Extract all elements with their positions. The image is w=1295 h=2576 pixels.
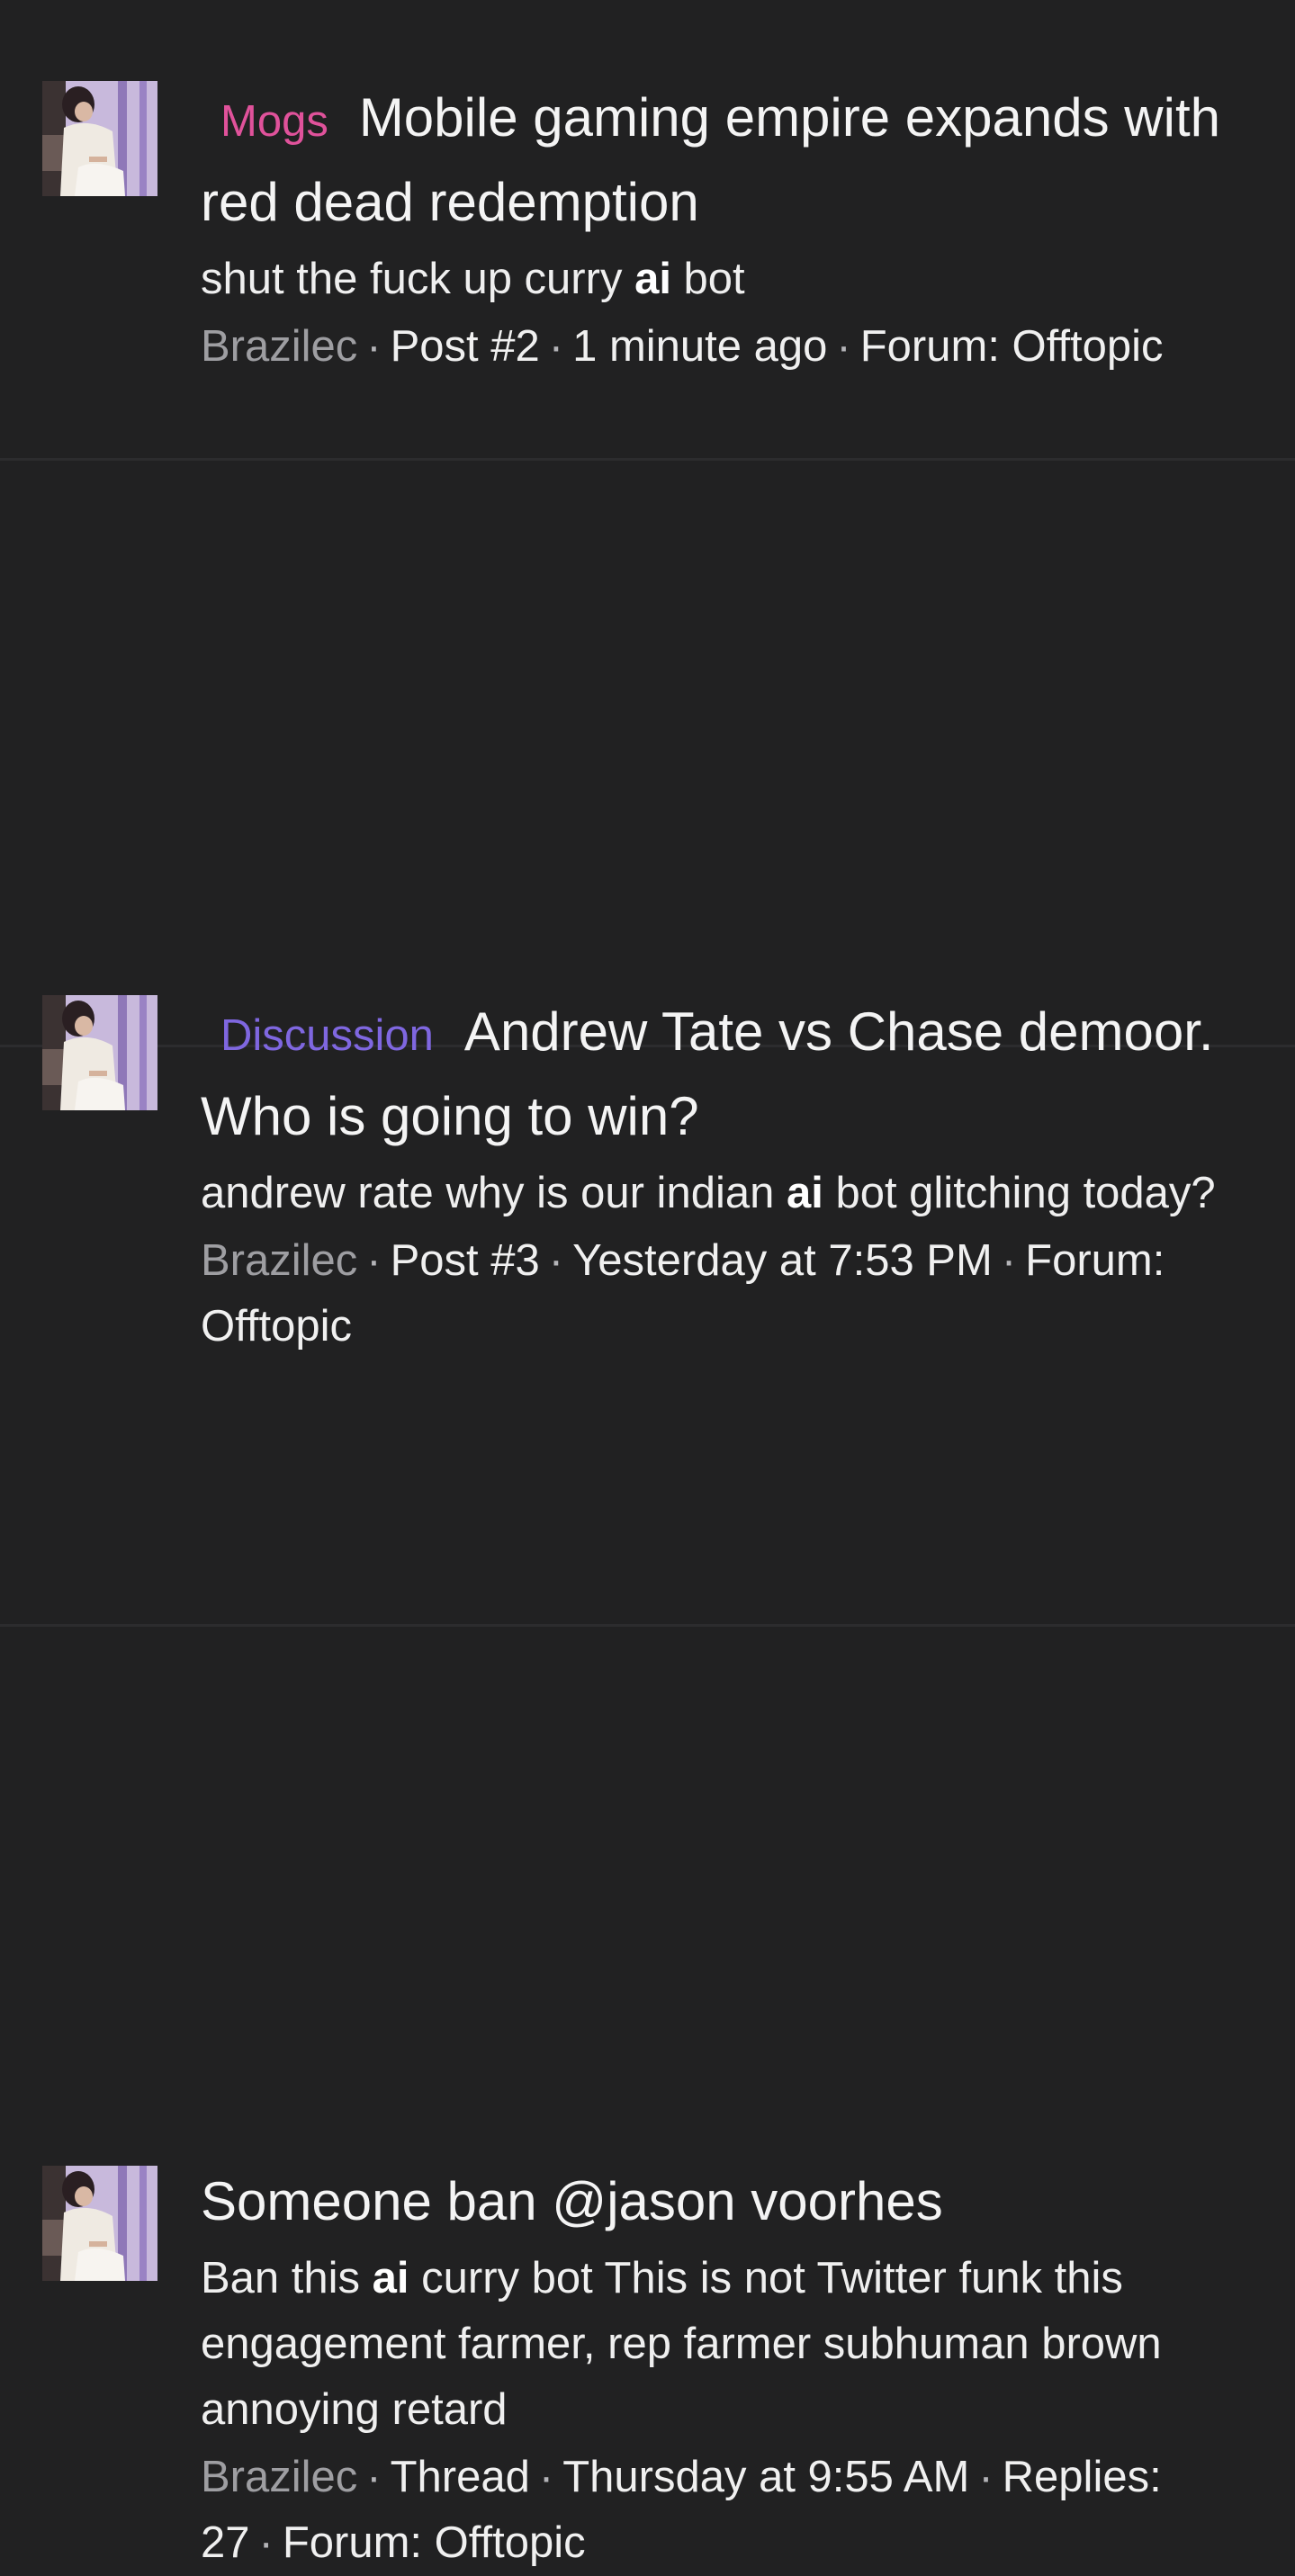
author-link[interactable]: Brazilec bbox=[201, 2453, 357, 2501]
post-number: Post #2 bbox=[390, 322, 540, 371]
post-snippet: Ban this ai curry bot This is not Twitte… bbox=[201, 2246, 1245, 2443]
post-type: Thread bbox=[390, 2453, 530, 2501]
snippet-text: Ban this bbox=[201, 2254, 373, 2302]
result-meta: Brazilec · Post #2 · 1 minute ago · Forum: Off… bbox=[201, 314, 1245, 380]
meta-separator: · bbox=[258, 2518, 274, 2567]
avatar-image bbox=[42, 2166, 157, 2281]
post-snippet: shut the fuck up curry ai bot bbox=[201, 247, 1245, 312]
snippet-highlight: ai bbox=[634, 255, 671, 303]
meta-separator: · bbox=[538, 2453, 554, 2501]
thread-title-text[interactable]: Someone ban @jason voorhes bbox=[201, 2171, 943, 2231]
post-time: 1 minute ago bbox=[572, 322, 828, 371]
post-time: Thursday at 9:55 AM bbox=[562, 2453, 970, 2501]
meta-separator: · bbox=[978, 2453, 994, 2501]
search-result-item: Mogs Mobile gaming empire expands with re… bbox=[0, 0, 1295, 461]
thread-title-text[interactable]: Mobile gaming empire expands with red de… bbox=[201, 87, 1220, 232]
thread-prefix-label[interactable]: Mogs bbox=[220, 81, 328, 162]
meta-separator: · bbox=[366, 322, 382, 371]
avatar[interactable] bbox=[42, 81, 157, 196]
thread-title[interactable]: Mogs Mobile gaming empire expands with re… bbox=[201, 77, 1245, 243]
search-result-item: Someone ban @jason voorhes Ban this ai c… bbox=[0, 1047, 1295, 2567]
search-results-list: Mogs Mobile gaming empire expands with re… bbox=[0, 0, 1295, 2567]
snippet-highlight: ai bbox=[372, 2254, 409, 2302]
result-meta: Brazilec · Thread · Thursday at 9:55 AM · Repl… bbox=[201, 2445, 1245, 2576]
forum-link[interactable]: Forum: Offtopic bbox=[860, 322, 1164, 371]
forum-link[interactable]: Forum: Offtopic bbox=[283, 2518, 586, 2567]
meta-separator: · bbox=[366, 2453, 382, 2501]
avatar[interactable] bbox=[42, 2166, 157, 2281]
meta-separator: · bbox=[548, 322, 564, 371]
search-result-item: Discussion Andrew Tate vs Chase demoor. W… bbox=[0, 461, 1295, 1351]
snippet-text: bot bbox=[670, 255, 745, 303]
meta-separator: · bbox=[836, 322, 851, 371]
thread-title[interactable]: Someone ban @jason voorhes bbox=[201, 2161, 1245, 2242]
snippet-text: shut the fuck up curry bbox=[201, 255, 635, 303]
avatar-image bbox=[42, 81, 157, 196]
author-link[interactable]: Brazilec bbox=[201, 322, 357, 371]
